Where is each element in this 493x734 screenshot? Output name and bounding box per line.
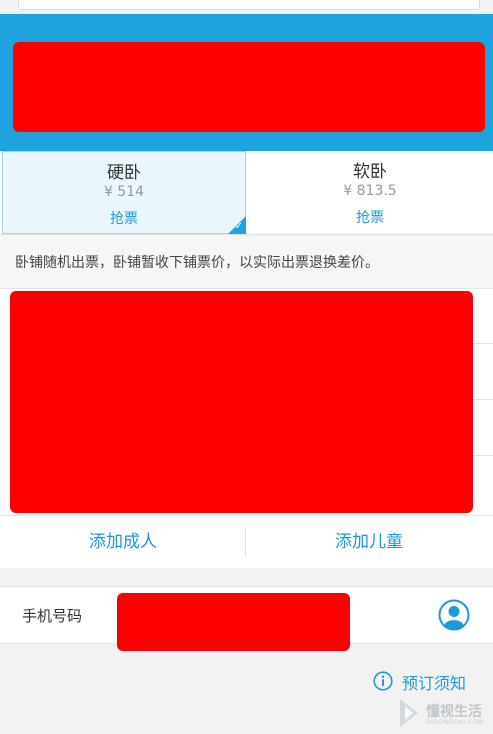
phone-label: 手机号码 <box>22 607 83 625</box>
add-child-button[interactable]: 添加儿童 <box>246 516 492 568</box>
seat-option-hard-sleeper[interactable]: 硬卧 ¥ 514 抢票 ✓ <box>2 151 246 234</box>
seat-name: 硬卧 <box>107 163 141 183</box>
watermark-logo-icon <box>400 699 418 727</box>
grab-ticket-link[interactable]: 抢票 <box>3 208 245 228</box>
watermark-text: 懂视生活 <box>426 704 482 720</box>
redacted-train-info <box>13 42 485 132</box>
watermark-subtext: DIDONGSHI.COM <box>426 719 484 726</box>
seat-type-selector: 硬卧 ¥ 514 抢票 ✓ 软卧 ¥ 813.5 抢票 <box>0 151 493 235</box>
top-input-field[interactable] <box>18 0 480 10</box>
row-divider <box>473 399 493 400</box>
seat-price: ¥ 514 <box>103 184 145 200</box>
row-divider <box>473 455 493 456</box>
booking-notice-label: 预订须知 <box>402 674 467 693</box>
add-adult-button[interactable]: 添加成人 <box>0 516 246 568</box>
redacted-passenger-info <box>10 291 473 513</box>
check-icon: ✓ <box>234 221 243 232</box>
phone-row: 手机号码 <box>0 586 493 651</box>
grab-ticket-link[interactable]: 抢票 <box>247 207 493 227</box>
add-passenger-row: 添加成人 添加儿童 <box>0 515 493 568</box>
top-bar <box>0 0 493 14</box>
booking-page: 硬卧 ¥ 514 抢票 ✓ 软卧 ¥ 813.5 抢票 卧铺随机出票，卧铺暂收下… <box>0 0 493 734</box>
passenger-list <box>0 289 493 515</box>
row-divider <box>473 343 493 344</box>
sleeper-notice-text: 卧铺随机出票，卧铺暂收下铺票价，以实际出票退换差价。 <box>15 255 379 271</box>
phone-input[interactable] <box>117 593 350 651</box>
sleeper-notice: 卧铺随机出票，卧铺暂收下铺票价，以实际出票退换差价。 <box>0 236 493 289</box>
contact-person-icon[interactable] <box>438 599 470 631</box>
watermark: 懂视生活 DIDONGSHI.COM <box>398 697 490 731</box>
seat-option-soft-sleeper[interactable]: 软卧 ¥ 813.5 抢票 <box>247 151 493 234</box>
train-info-banner <box>0 14 493 151</box>
seat-price: ¥ 813.5 <box>343 183 397 199</box>
info-icon <box>373 671 393 691</box>
seat-name: 软卧 <box>353 162 387 182</box>
